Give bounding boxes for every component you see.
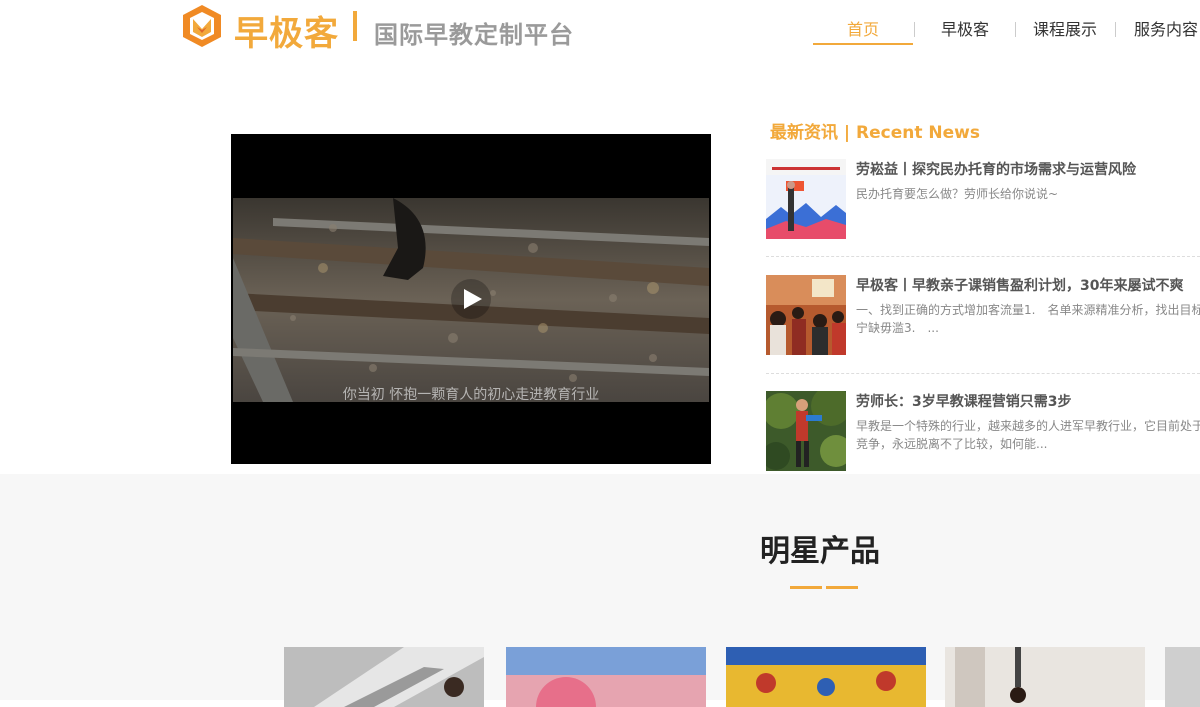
promo-video-player[interactable]: 你当初 怀抱一颗育人的初心走进教育行业 [231,134,711,464]
product-card-image[interactable] [726,647,926,707]
nav-zaojike[interactable]: 早极客 [915,16,1015,46]
fox-logo-icon[interactable] [183,5,221,47]
play-button[interactable] [451,279,491,319]
brand-divider [353,11,357,41]
news-description: 民办托育要怎么做？劳师长给你说说~ [856,187,1059,201]
news-divider [766,373,1200,374]
title-underline [790,586,822,589]
nav-home[interactable]: 首页 [813,16,913,46]
news-section-title: 最新资讯 | Recent News [770,123,981,143]
news-item[interactable]: 劳师长：3岁早教课程营销只需3步 早教是一个特殊的行业，越来越多的人进军早教行业… [766,391,1200,471]
news-divider [766,256,1200,257]
news-thumbnail-image[interactable] [766,391,846,471]
product-card-image[interactable] [1165,647,1200,707]
news-item[interactable]: 劳崧益丨探究民办托育的市场需求与运营风险 民办托育要怎么做？劳师长给你说说~ [766,159,1200,239]
nav-courses[interactable]: 课程展示 [1016,16,1114,46]
title-underline [826,586,858,589]
product-card-image[interactable] [284,647,484,707]
news-item[interactable]: 早极客丨早教亲子课销售盈利计划，30年来屡试不爽 一、找到正确的方式增加客流量1… [766,275,1200,355]
star-products-section: 明星产品 [0,474,1200,707]
news-description: 早教是一个特殊的行业，越来越多的人进军早教行业，它目前处于竞争，永远脱离不了比较… [856,419,1200,451]
news-thumbnail-image[interactable] [766,275,846,355]
nav-active-underline [813,43,913,45]
news-thumbnail-image[interactable] [766,159,846,239]
news-description: 一、找到正确的方式增加客流量1. 名单来源精准分析，找出目标宁缺毋滥3. ... [856,303,1200,335]
site-header: 早极客 国际早教定制平台 首页 早极客 课程展示 服务内容 [0,0,1200,60]
video-subtitle: 你当初 怀抱一颗育人的初心走进教育行业 [342,387,600,403]
products-section-title: 明星产品 [760,534,880,569]
news-headline[interactable]: 劳崧益丨探究民办托育的市场需求与运营风险 [856,159,1136,179]
news-headline[interactable]: 劳师长：3岁早教课程营销只需3步 [856,391,1071,411]
brand-slogan: 国际早教定制平台 [374,21,574,49]
product-card-image[interactable] [945,647,1145,707]
product-card-image[interactable] [506,647,706,707]
nav-services[interactable]: 服务内容 [1116,16,1200,46]
brand-name[interactable]: 早极客 [234,6,339,55]
play-icon [464,289,482,309]
news-headline[interactable]: 早极客丨早教亲子课销售盈利计划，30年来屡试不爽 [856,275,1183,295]
